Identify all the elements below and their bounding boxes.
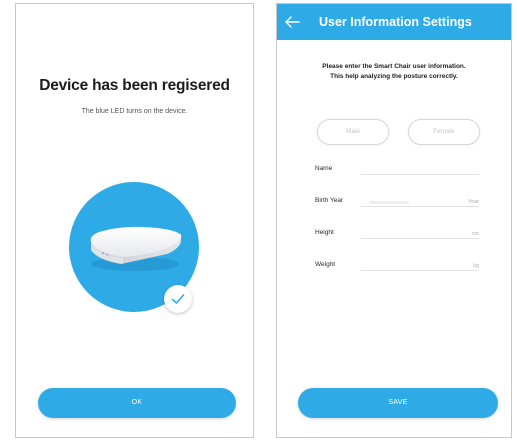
name-label: Name: [315, 165, 333, 172]
back-arrow-icon[interactable]: [284, 15, 300, 29]
ok-button[interactable]: OK: [38, 388, 236, 418]
user-information-settings-screen: User Information Settings Please enter t…: [276, 3, 512, 438]
save-button[interactable]: SAVE: [298, 388, 498, 418]
device-registered-screen: Device has been regisered The blue LED t…: [15, 3, 254, 438]
checkmark-icon: [171, 294, 185, 304]
height-input[interactable]: cm: [361, 224, 479, 239]
input-hint-bar: [369, 201, 409, 204]
page-title: User Information Settings: [319, 15, 472, 29]
page-title: Device has been regisered: [39, 77, 230, 94]
weight-label: Weight: [315, 261, 336, 268]
page-subtitle: The blue LED turns on the device.: [81, 108, 188, 115]
male-button[interactable]: Male: [317, 119, 389, 145]
birth-year-label: Birth Year: [315, 197, 344, 204]
smart-chair-sensor-icon: [90, 226, 182, 271]
birth-year-unit: Year: [467, 199, 479, 205]
birth-year-input[interactable]: Year: [361, 192, 479, 207]
success-badge: [164, 285, 192, 313]
intro-text: Please enter the Smart Chair user inform…: [277, 62, 511, 82]
intro-line-2: This help analyzing the posture correctl…: [330, 73, 458, 80]
app-stage: Device has been regisered The blue LED t…: [0, 0, 517, 446]
weight-input[interactable]: kg: [361, 256, 479, 271]
height-label: Height: [315, 229, 334, 236]
header-bar: User Information Settings: [277, 4, 511, 40]
intro-line-1: Please enter the Smart Chair user inform…: [322, 63, 466, 70]
female-button[interactable]: Female: [408, 119, 480, 145]
height-unit: cm: [471, 231, 479, 237]
weight-unit: kg: [473, 263, 479, 269]
name-input[interactable]: [361, 160, 479, 175]
